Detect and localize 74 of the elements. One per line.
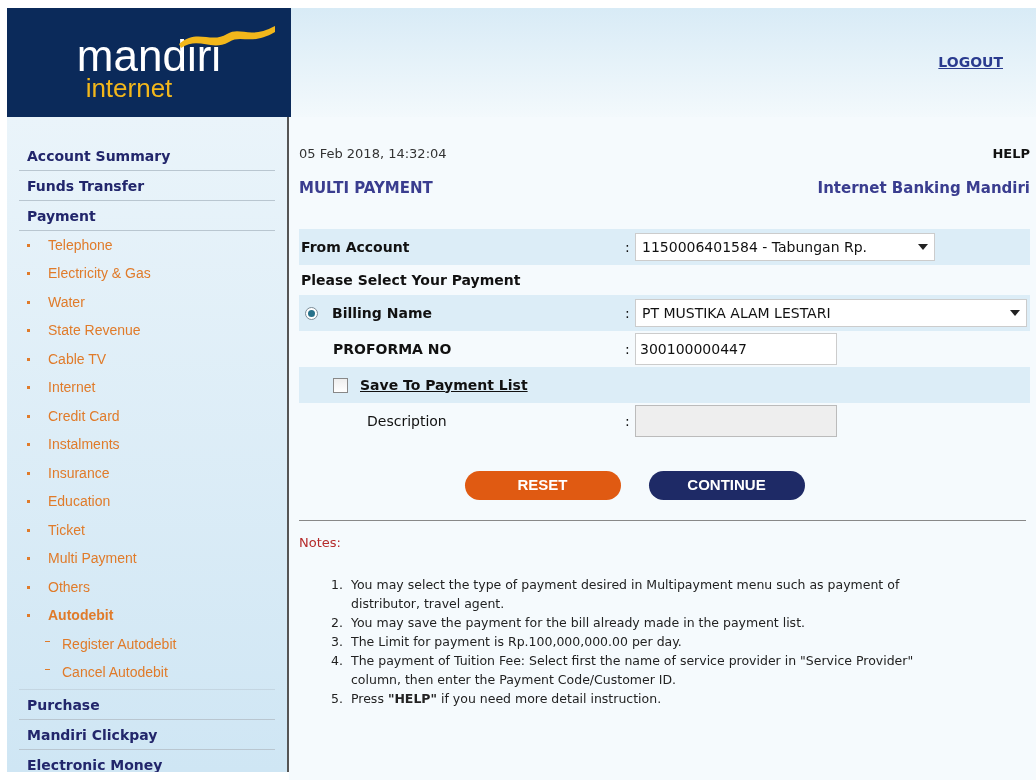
note-number: 2.: [331, 613, 344, 632]
note-text: Press "HELP" if you need more detail instruction.: [351, 689, 662, 708]
bullet-icon: [27, 300, 30, 304]
page-title: MULTI PAYMENT: [299, 177, 433, 199]
sidebar-menu-link[interactable]: Ticket: [48, 519, 85, 541]
continue-button[interactable]: CONTINUE: [648, 471, 805, 500]
colon-separator: :: [625, 303, 631, 323]
sidebar-section-link[interactable]: Mandiri Clickpay: [19, 720, 275, 750]
account-dropdown[interactable]: 1150006401584 - Tabungan Rp.: [635, 233, 935, 261]
sidebar-menu-link[interactable]: Others: [48, 576, 90, 598]
help-link[interactable]: HELP: [992, 144, 1030, 164]
sidebar-menu-link[interactable]: Telephone: [48, 234, 113, 256]
bullet-icon: [27, 329, 30, 333]
billing-radio[interactable]: [305, 306, 318, 320]
note-number: 1.: [331, 575, 344, 594]
proforma-input[interactable]: 300100000447: [635, 333, 837, 365]
bullet-icon: [27, 557, 30, 561]
note-text: The payment of Tuition Fee: Select first the name of service provider in "Service Provider" column, then enter the Payment Code/Customer ID.: [351, 651, 915, 689]
colon-separator: :: [625, 339, 631, 359]
sidebar-submenu-link[interactable]: Cancel Autodebit: [62, 662, 168, 684]
note-text: The Limit for payment is Rp.100,000,000.00 per day.: [351, 632, 682, 651]
sidebar-section-link[interactable]: Account Summary: [19, 141, 275, 171]
sidebar-menu-link[interactable]: Electricity & Gas: [48, 263, 151, 285]
field-label: PROFORMA NO: [332, 339, 453, 359]
reset-button[interactable]: RESET: [464, 471, 621, 500]
notes-heading: Notes:: [299, 534, 342, 552]
dropdown-caret-icon: [918, 244, 928, 250]
field-label: From Account: [300, 237, 411, 257]
save-to-list-link[interactable]: Save To Payment List: [360, 374, 528, 396]
sidebar-section-link[interactable]: Purchase: [19, 690, 275, 720]
field-label: Billing Name: [332, 303, 432, 323]
bullet-icon: [27, 528, 30, 532]
billing-dropdown[interactable]: PT MUSTIKA ALAM LESTARI: [635, 299, 1027, 327]
logo-wordmark: mandiri: [76, 35, 222, 76]
bullet-icon: [27, 243, 30, 247]
field-label: Description: [366, 411, 448, 431]
sidebar-menu-link[interactable]: Instalments: [48, 434, 120, 456]
sidebar-menu-link[interactable]: State Revenue: [48, 320, 141, 342]
note-text: You may select the type of payment desired in Multipayment menu such as payment of distributor, travel agent.: [351, 575, 901, 613]
dash-icon: [45, 669, 50, 671]
save-checkbox[interactable]: [333, 377, 348, 393]
bullet-icon: [27, 471, 30, 475]
sidebar-menu-link[interactable]: Water: [48, 291, 85, 313]
bullet-icon: [27, 614, 30, 618]
date-time-text: 05 Feb 2018, 14:32:04: [299, 145, 447, 164]
note-number: 4.: [331, 651, 344, 670]
brand-title: Internet Banking Mandiri: [817, 177, 1030, 199]
sidebar-menu-link[interactable]: Education: [48, 491, 111, 513]
logo-subtitle: internet: [85, 75, 173, 100]
note-number: 5.: [331, 689, 344, 708]
sidebar-submenu-link[interactable]: Register Autodebit: [62, 633, 177, 655]
sidebar-menu-link[interactable]: Credit Card: [48, 405, 120, 427]
logout-link[interactable]: LOGOUT: [938, 52, 1003, 73]
sidebar-menu-link[interactable]: Autodebit: [48, 605, 114, 627]
sidebar-menu-link[interactable]: Insurance: [48, 462, 110, 484]
sidebar-section-link[interactable]: Funds Transfer: [19, 171, 275, 201]
section-heading: Please Select Your Payment: [300, 270, 521, 290]
bullet-icon: [27, 357, 30, 361]
sidebar-menu-link[interactable]: Internet: [48, 377, 96, 399]
bullet-icon: [27, 443, 30, 447]
sidebar-menu-link[interactable]: Cable TV: [48, 348, 107, 370]
colon-separator: :: [625, 411, 631, 431]
note-text: You may save the payment for the bill already made in the payment list.: [351, 613, 805, 632]
bullet-icon: [27, 386, 30, 390]
bullet-icon: [27, 272, 30, 276]
dash-icon: [45, 640, 50, 642]
colon-separator: :: [625, 237, 631, 257]
sidebar-section-link[interactable]: Payment: [19, 201, 275, 231]
sidebar-menu-link[interactable]: Multi Payment: [48, 548, 137, 570]
bullet-icon: [27, 500, 30, 504]
bullet-icon: [27, 585, 30, 589]
bullet-icon: [27, 414, 30, 418]
note-number: 3.: [331, 632, 344, 651]
dropdown-caret-icon: [1010, 310, 1020, 316]
